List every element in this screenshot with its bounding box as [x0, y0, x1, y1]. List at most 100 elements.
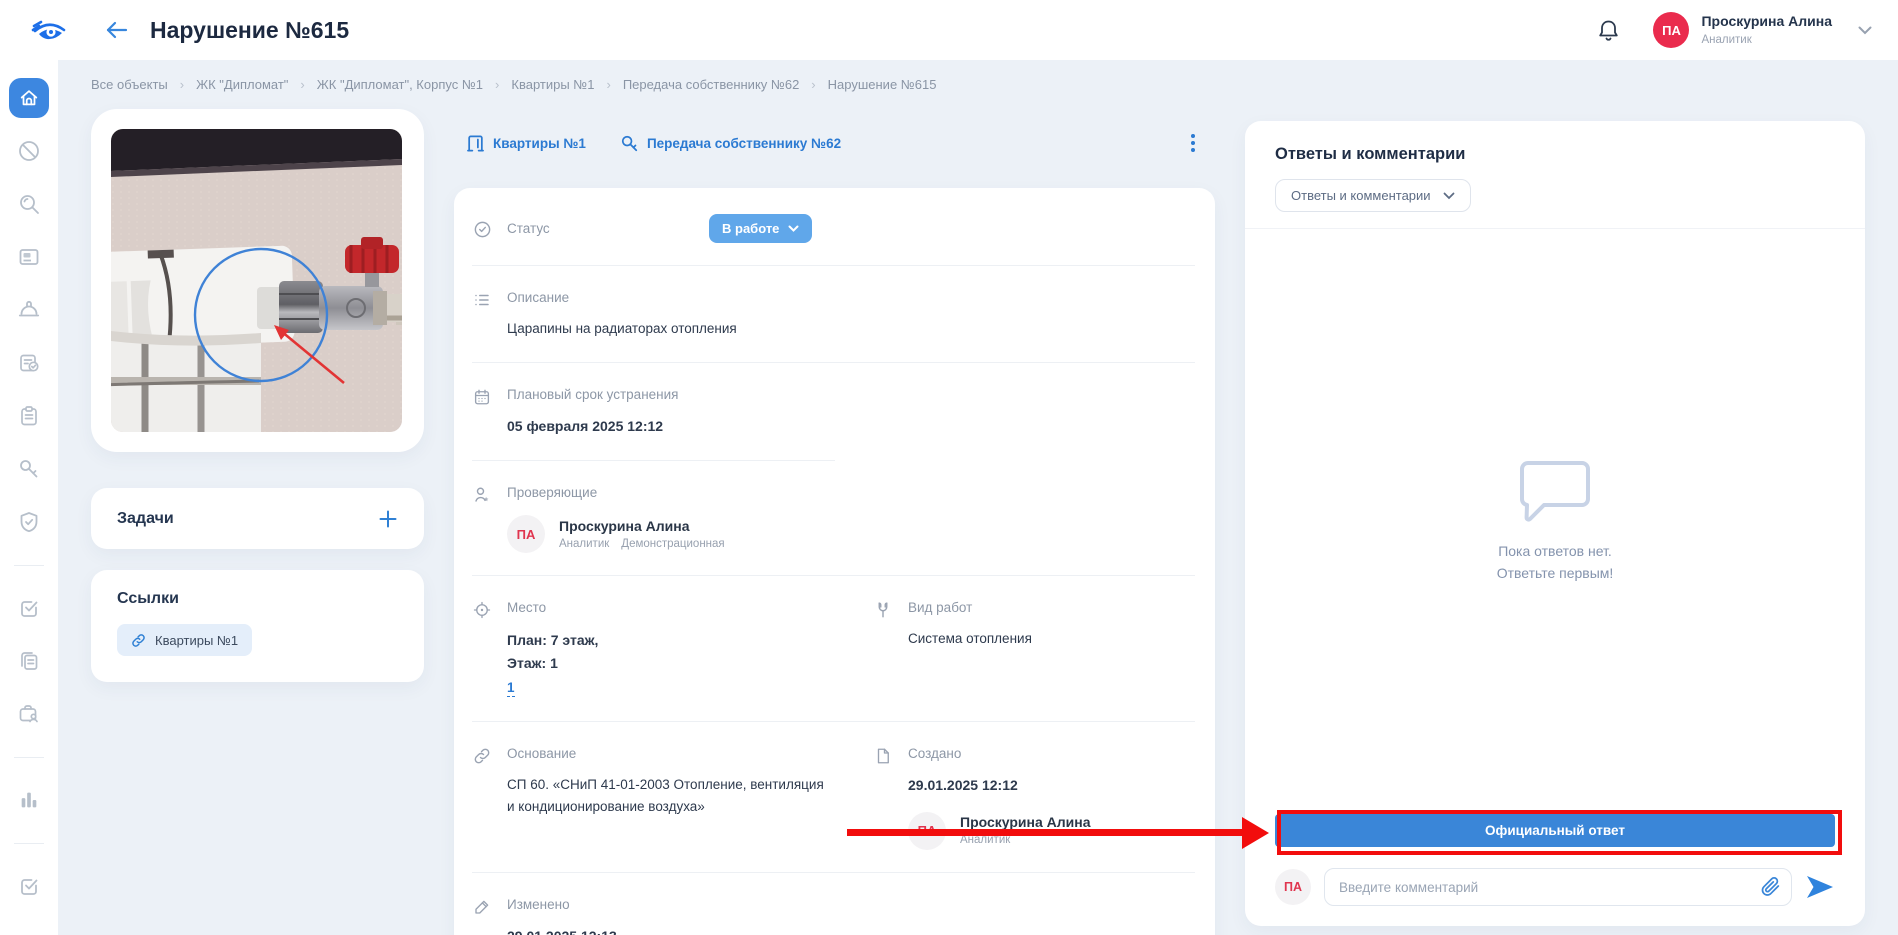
tag-apartments[interactable]: Квартиры №1: [466, 134, 586, 153]
created-by-name: Проскурина Алина: [960, 813, 1091, 831]
place-label: Место: [507, 600, 835, 615]
clipboard-check-icon: [17, 351, 41, 375]
pencil-icon: [472, 897, 492, 935]
page-title: Нарушение №615: [150, 17, 349, 44]
violation-details-card: Статус В работе: [454, 188, 1215, 935]
chevron-down-icon: [1443, 192, 1455, 200]
status-value: В работе: [722, 221, 779, 236]
sidebar-item-tasks[interactable]: [9, 396, 49, 436]
status-check-icon: [472, 219, 492, 239]
inspector-org: Демонстрационная: [621, 538, 724, 550]
created-section: Создано 29.01.2025 12:12 ПА Проскурина А…: [855, 746, 1215, 850]
sidebar-item-checklists[interactable]: [9, 866, 49, 906]
app-logo[interactable]: [26, 17, 72, 43]
tasks-card: Задачи: [91, 488, 424, 549]
status-dropdown[interactable]: В работе: [709, 214, 812, 243]
inspector-avatar: ПА: [507, 515, 545, 553]
photo-card: [91, 109, 424, 452]
bar-chart-icon: [18, 789, 40, 811]
comment-composer: ПА: [1275, 868, 1835, 906]
link-chip-apartments[interactable]: Квартиры №1: [117, 624, 252, 656]
basis-label: Основание: [507, 746, 835, 761]
sidebar-item-approvals[interactable]: [9, 588, 49, 628]
place-plan-link[interactable]: 1: [507, 680, 515, 697]
sidebar-item-analytics[interactable]: [9, 780, 49, 820]
modified-date: 29.01.2025 12:13: [507, 925, 1195, 935]
chevron-down-icon: [1858, 26, 1872, 35]
shield-check-icon: [17, 510, 41, 534]
breadcrumb-item[interactable]: Передача собственнику №62: [623, 77, 799, 92]
breadcrumb-item[interactable]: ЖК "Дипломат", Корпус №1: [317, 77, 483, 92]
search-icon: [17, 192, 41, 216]
key-icon: [17, 457, 41, 481]
created-by-row: ПА Проскурина Алина Аналитик: [908, 812, 1195, 850]
basis-section: Основание СП 60. «СНиП 41-01-2003 Отопле…: [454, 746, 855, 819]
notifications-button[interactable]: [1591, 13, 1625, 47]
room-icon: [466, 134, 485, 153]
basis-value: СП 60. «СНиП 41-01-2003 Отопление, венти…: [507, 774, 835, 819]
links-card: Ссылки Квартиры №1: [91, 570, 424, 682]
home-icon: [18, 87, 40, 109]
briefcase-user-icon: [17, 702, 41, 726]
kebab-icon: [1191, 134, 1195, 152]
sidebar-item-staff[interactable]: [9, 694, 49, 734]
chain-link-icon: [472, 746, 492, 819]
sidebar: [0, 60, 58, 935]
comments-empty-state: Пока ответов нет. Ответьте первым!: [1275, 229, 1835, 814]
target-icon: [472, 600, 492, 698]
sidebar-item-security[interactable]: [9, 502, 49, 542]
link-icon: [131, 633, 146, 648]
paperclip-icon: [1760, 875, 1782, 898]
sidebar-item-inspections[interactable]: [9, 343, 49, 383]
sidebar-item-search[interactable]: [9, 184, 49, 224]
description-label: Описание: [507, 290, 1195, 305]
empty-line-1: Пока ответов нет.: [1497, 541, 1614, 563]
deadline-value: 05 февраля 2025 12:12: [507, 415, 1195, 438]
composer-avatar: ПА: [1275, 869, 1311, 905]
back-button[interactable]: [102, 15, 132, 45]
modified-label: Изменено: [507, 897, 1195, 912]
sidebar-item-home[interactable]: [9, 78, 49, 118]
check-square-icon: [17, 874, 41, 898]
empty-line-2: Ответьте первым!: [1497, 563, 1614, 585]
violation-photo[interactable]: [111, 129, 402, 432]
documents-icon: [17, 649, 41, 673]
sidebar-item-construction[interactable]: [9, 290, 49, 330]
breadcrumb-item[interactable]: Квартиры №1: [511, 77, 594, 92]
tag-transfer[interactable]: Передача собственнику №62: [620, 134, 841, 153]
official-answer-button[interactable]: Официальный ответ: [1275, 814, 1835, 847]
comments-filter-dropdown[interactable]: Ответы и комментарии: [1275, 179, 1471, 212]
send-icon: [1805, 874, 1835, 900]
sidebar-item-keys[interactable]: [9, 449, 49, 489]
user-name: Проскурина Алина: [1701, 13, 1832, 31]
send-comment-button[interactable]: [1805, 874, 1835, 900]
place-plan: План: 7 этаж,: [507, 629, 835, 652]
breadcrumb-item[interactable]: ЖК "Дипломат": [196, 77, 288, 92]
created-label: Создано: [908, 746, 1195, 761]
breadcrumb-item-current: Нарушение №615: [828, 77, 937, 92]
sidebar-item-restricted[interactable]: [9, 131, 49, 171]
inspectors-section: Проверяющие ПА Проскурина Алина Аналитик…: [454, 485, 1215, 553]
created-by-role: Аналитик: [960, 834, 1010, 846]
back-arrow-icon: [106, 21, 128, 39]
comment-input[interactable]: [1324, 868, 1792, 906]
app-header: Нарушение №615 ПА Проскурина Алина Анали…: [0, 0, 1898, 60]
worktype-label: Вид работ: [908, 600, 1195, 615]
tag-label: Квартиры №1: [493, 136, 586, 151]
status-section: Статус В работе: [454, 214, 1215, 243]
bell-icon: [1598, 19, 1619, 42]
worktype-section: Вид работ Система отопления: [855, 600, 1215, 650]
sidebar-item-cards[interactable]: [9, 237, 49, 277]
comments-filter-value: Ответы и комментарии: [1291, 188, 1431, 203]
deadline-label: Плановый срок устранения: [507, 387, 1195, 402]
sidebar-divider: [14, 843, 44, 844]
eye-logo-icon: [31, 17, 67, 43]
kebab-menu-button[interactable]: [1183, 130, 1203, 156]
list-icon: [472, 290, 492, 340]
add-task-button[interactable]: [378, 509, 398, 529]
user-menu[interactable]: ПА Проскурина Алина Аналитик: [1653, 12, 1872, 48]
deadline-section: Плановый срок устранения 05 февраля 2025…: [454, 387, 1215, 438]
attach-file-button[interactable]: [1760, 875, 1782, 898]
breadcrumb-item[interactable]: Все объекты: [91, 77, 168, 92]
sidebar-item-documents[interactable]: [9, 641, 49, 681]
